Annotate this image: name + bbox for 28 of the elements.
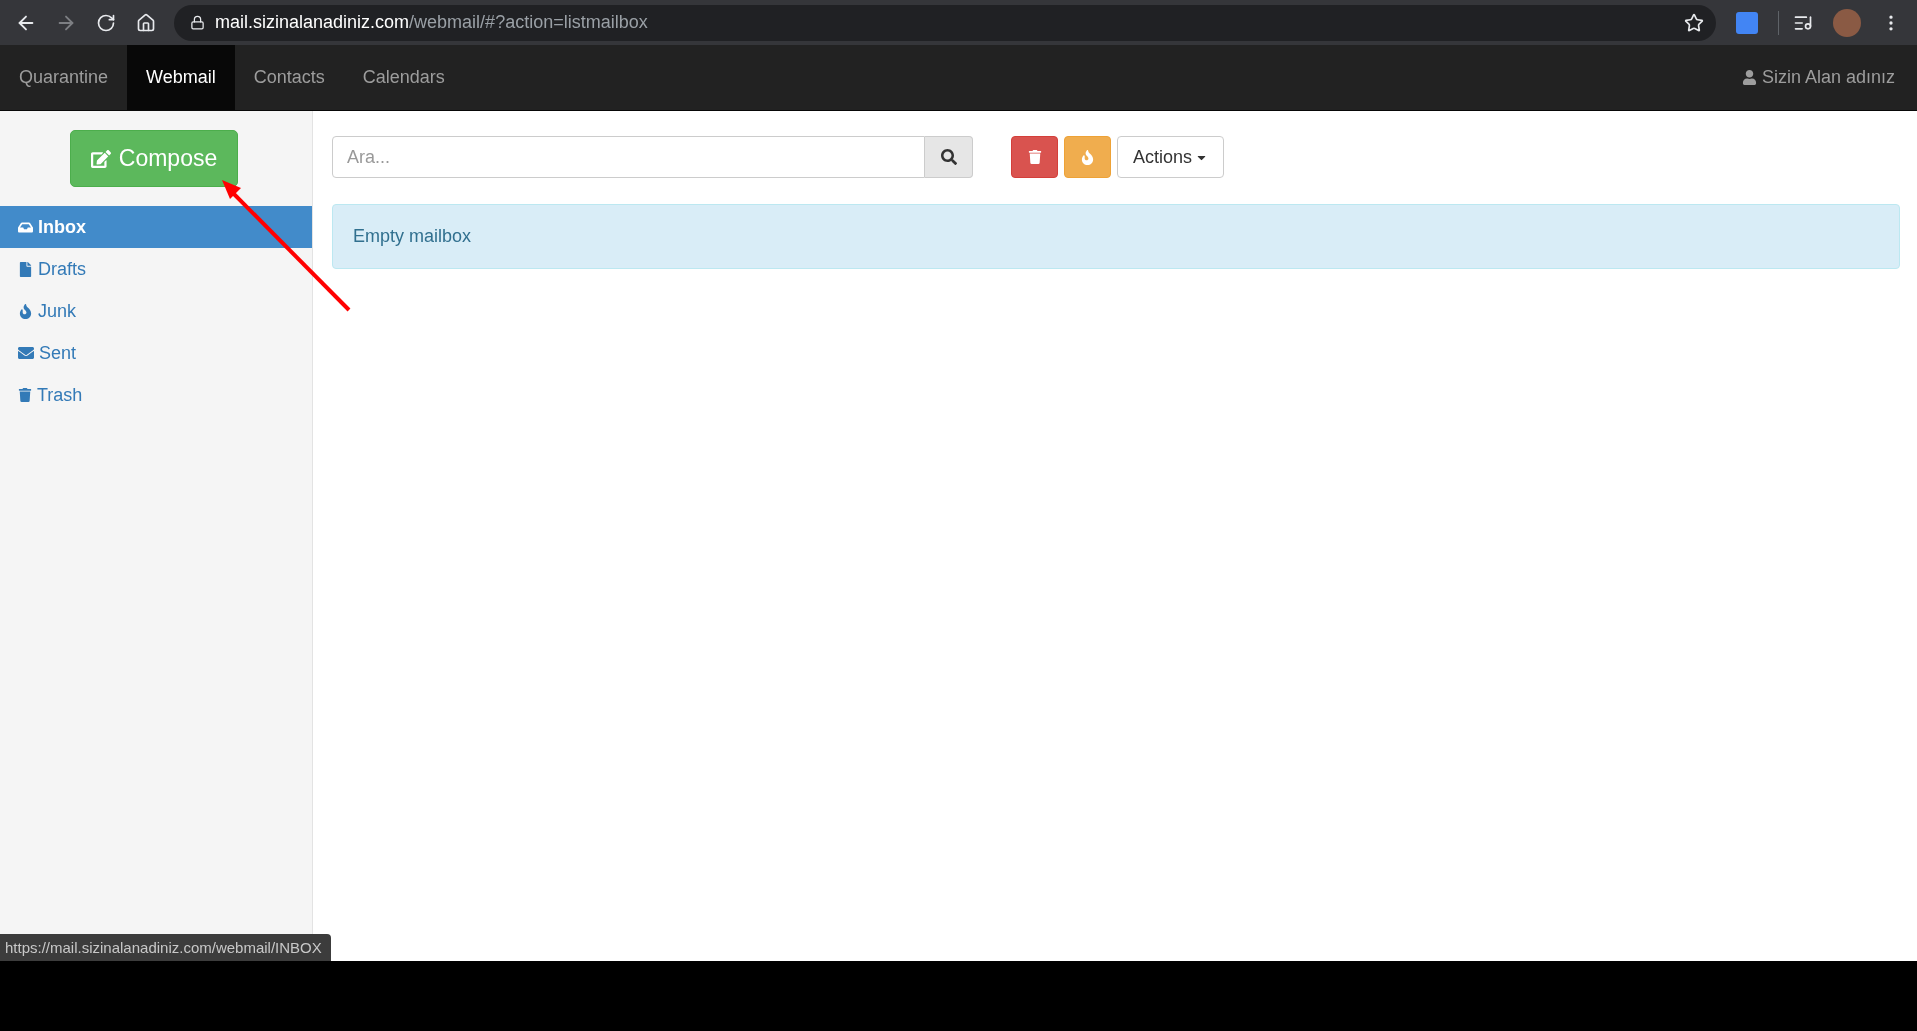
file-icon xyxy=(18,261,33,277)
lock-icon xyxy=(190,15,205,30)
delete-button[interactable] xyxy=(1011,136,1058,178)
trash-icon xyxy=(1027,150,1042,164)
folder-item[interactable]: Sent xyxy=(0,332,312,374)
edit-icon xyxy=(90,148,111,169)
flame-icon xyxy=(1080,149,1095,165)
empty-mailbox-alert: Empty mailbox xyxy=(332,204,1900,269)
nav-tab[interactable]: Webmail xyxy=(127,45,235,110)
folder-item[interactable]: Trash xyxy=(0,374,312,416)
user-name[interactable]: Sizin Alan adınız xyxy=(1761,67,1895,88)
search-icon xyxy=(940,149,957,165)
search-field[interactable]: Ara... xyxy=(332,136,925,178)
nav-tab[interactable]: Contacts xyxy=(234,45,344,110)
nav-tab[interactable]: Calendars xyxy=(343,45,464,110)
trash-icon xyxy=(18,388,32,402)
folder-item[interactable]: Inbox xyxy=(0,206,312,248)
folder-item[interactable]: Drafts xyxy=(0,248,312,290)
envelope-icon xyxy=(18,345,34,361)
flame-icon xyxy=(18,303,33,319)
star-icon[interactable] xyxy=(1684,12,1704,33)
folder-item[interactable]: Junk xyxy=(0,290,312,332)
actions-button[interactable]: Actions xyxy=(1117,136,1225,178)
user-icon xyxy=(1741,70,1757,85)
status-url: https://mail.sizinalanadiniz.com/webmail/INBOX xyxy=(0,934,331,961)
address-bar[interactable]: mail.sizinalanadiniz.com/webmail/#?action=listmailbox xyxy=(174,4,1716,41)
nav-tab[interactable]: Quarantine xyxy=(0,45,128,110)
search-button[interactable] xyxy=(925,136,973,178)
